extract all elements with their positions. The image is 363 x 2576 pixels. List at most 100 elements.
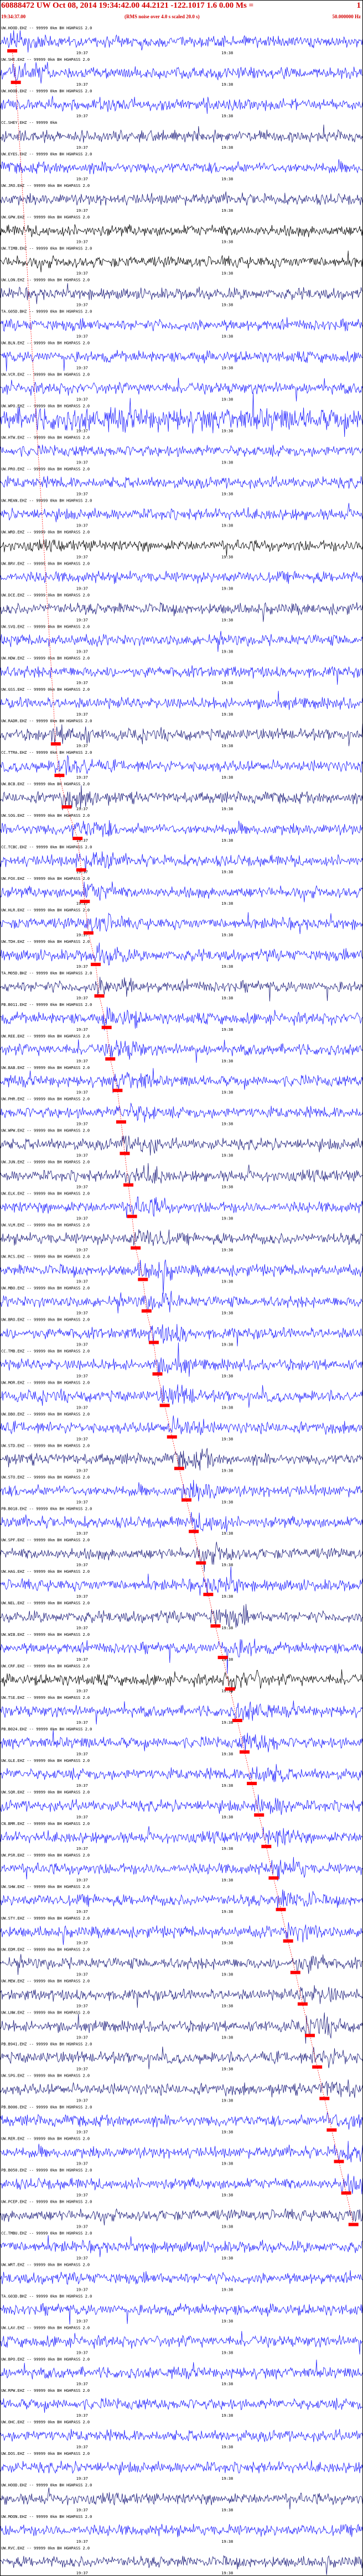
time-tick-label: 19:38	[221, 744, 233, 748]
phase-pick-marker	[232, 1719, 242, 1722]
trace-row: UW.SHW.EHZ -- 99999 0km BH HGHPASS 2.0 19…	[0, 1885, 363, 1914]
waveform	[0, 62, 363, 84]
time-tick-label: 19:37	[76, 1091, 88, 1095]
time-tick-label: 19:38	[221, 2445, 233, 2449]
trace-row: UW.SHE.EHZ -- 99999 0km BH HGHPASS 2.0 19…	[0, 58, 363, 87]
time-tick-label: 19:38	[221, 177, 233, 181]
waveform	[0, 1163, 363, 1187]
time-tick-label: 19:38	[221, 1280, 233, 1284]
time-tick-label: 19:37	[76, 2319, 88, 2323]
time-tick-label: 19:37	[76, 2036, 88, 2040]
trace-row: UW.WPO.EHZ -- 99999 0km BH HGHPASS 2.0 19…	[0, 393, 363, 437]
time-tick-label: 19:38	[221, 2350, 233, 2355]
time-tick-label: 19:37	[76, 2067, 88, 2072]
waveform	[0, 1954, 363, 1975]
trace-row: UW.STO.EHZ -- 99999 0km BH HGHPASS 2.0 19…	[0, 1475, 363, 1504]
trace-row: UW.BRV.EHZ -- 99999 0km BH HGHPASS 2.0 19…	[0, 561, 363, 591]
trace-row: UW.HOOD.EHZ -- 99999 0km BH HGHPASS 2.0 1…	[0, 89, 363, 118]
station-label: UW.OHC.EHZ -- 99999 0km BH HGHPASS 2.0	[1, 2420, 90, 2424]
waveform	[0, 1541, 363, 1572]
waveform	[0, 1889, 363, 1909]
time-tick-label: 19:37	[76, 1720, 88, 1725]
time-tick-label: 19:38	[221, 1091, 233, 1095]
trace-row: TA.G05D.BHZ -- 99999 0km BH HGHPASS 2.0 1…	[0, 310, 363, 339]
trace-row: UW.SPF.EHZ -- 99999 0km BH HGHPASS 2.0 19…	[0, 1538, 363, 1572]
time-tick-label: 19:37	[76, 1973, 88, 1977]
time-tick-label: 19:37	[76, 82, 88, 87]
time-tick-label: 19:37	[76, 2350, 88, 2355]
station-label: UW.HLR.EHZ -- 99999 0km BH HGHPASS 2.0	[1, 908, 90, 912]
time-tick-label: 19:37	[76, 618, 88, 622]
time-tick-label: 19:37	[76, 1910, 88, 1914]
station-label: UW.EDM.EHZ -- 99999 0km BH HGHPASS 2.0	[1, 1948, 90, 1952]
trace-row: UW.ELK.EHZ -- 99999 0km BH HGHPASS 2.0 19…	[0, 1192, 363, 1221]
station-label: UW.BLN.EHZ -- 99999 0km BH HGHPASS 2.0	[1, 341, 90, 346]
station-label: UW.PHR.EHZ -- 99999 0km BH HGHPASS 2.0	[1, 1097, 90, 1102]
time-tick-label: 19:38	[221, 1374, 233, 1378]
trace-row: UW.DOS.EHZ -- 99999 0km BH HGHPASS 2.0 19…	[0, 2452, 363, 2481]
trace-row: UW.BCB.EHZ -- 99999 0km BH HGHPASS 2.0 19…	[0, 782, 363, 811]
time-tick-label: 19:37	[76, 2193, 88, 2197]
waveform	[0, 1290, 363, 1313]
time-tick-label: 19:37	[76, 1878, 88, 1883]
time-tick-label: 19:38	[221, 2099, 233, 2103]
seismogram-traces: UW.HOOD.EHZ -- 99999 0km BH HGHPASS 2.0 1…	[0, 26, 363, 2575]
time-tick-label: 19:37	[76, 649, 88, 654]
waveform	[0, 630, 363, 652]
station-label: UW.VLM.EHZ -- 99999 0km BH HGHPASS 2.0	[1, 1223, 90, 1228]
time-tick-label: 19:38	[221, 1500, 233, 1504]
trace-row: UW.GLE.EHZ -- 99999 0km BH HGHPASS 2.0 19…	[0, 1759, 363, 1788]
trace-row: UW.WRT.EHZ -- 99999 0km BH HGHPASS 2.0 19…	[0, 2262, 363, 2292]
trace-row: UW.GPW.EHZ -- 99999 0km BH HGHPASS 2.0 19…	[0, 215, 363, 244]
station-label: UW.STD.EHZ -- 99999 0km BH HGHPASS 2.0	[1, 1443, 90, 1448]
trace-row: UW.HOOD.EHZ -- 99999 0km BH HGHPASS 2.0 1…	[0, 2483, 363, 2512]
phase-pick-marker	[254, 1813, 265, 1817]
station-label: UW.SHE.EHZ -- 99999 0km BH HGHPASS 2.0	[1, 58, 90, 62]
time-tick-label: 19:37	[76, 1342, 88, 1347]
time-tick-label: 19:37	[76, 2571, 88, 2575]
trace-row: UW.BPO.EHZ -- 99999 0km BH HGHPASS 2.0 19…	[0, 2357, 363, 2386]
trace-row: PB.B006.EHZ -- 99999 0km BH HGHPASS 2.0 1…	[0, 2105, 363, 2135]
time-tick-label: 19:37	[76, 2476, 88, 2481]
time-tick-label: 19:38	[221, 366, 233, 371]
time-tick-label: 19:37	[76, 2004, 88, 2009]
time-tick-label: 19:37	[76, 2540, 88, 2544]
time-tick-label: 19:37	[76, 775, 88, 780]
station-label: UW.GSS.EHZ -- 99999 0km BH HGHPASS 2.0	[1, 687, 90, 692]
waveform	[0, 2523, 363, 2537]
station-label: UW.PRO.EHZ -- 99999 0km BH HGHPASS 2.0	[1, 467, 90, 471]
trace-row: TA.M05D.BHZ -- 99999 0km BH HGHPASS 2.0 1…	[0, 971, 363, 1002]
time-tick-label: 19:37	[76, 1248, 88, 1253]
waveform	[0, 2208, 363, 2225]
waveform	[0, 1479, 363, 1502]
waveform	[0, 820, 363, 838]
time-tick-label: 19:38	[221, 807, 233, 811]
trace-row: UW.DCE.EHZ -- 99999 0km BH HGHPASS 2.0 19…	[0, 593, 363, 622]
trace-row: UW.HAG.EHZ -- 99999 0km BH HGHPASS 2.0 19…	[0, 1566, 363, 1599]
time-tick-label: 19:38	[221, 1752, 233, 1756]
station-label: UW.BPO.EHZ -- 99999 0km BH HGHPASS 2.0	[1, 2357, 90, 2361]
time-tick-label: 19:38	[221, 145, 233, 150]
scale-note: (RMS noise over 4.0 s scaled 20.0 s)	[125, 14, 200, 19]
time-tick-label: 19:38	[221, 649, 233, 654]
trace-row: UW.HDW.EHZ -- 99999 0km BH HGHPASS 2.0 19…	[0, 656, 363, 685]
time-tick-label: 19:38	[221, 1468, 233, 1473]
time-tick-label: 19:37	[76, 460, 88, 465]
station-label: UW.RADR.EHZ -- 99999 0km BH HGHPASS 2.0	[1, 719, 92, 723]
station-label: UW.STO.EHZ -- 99999 0km BH HGHPASS 2.0	[1, 1475, 90, 1479]
time-tick-label: 19:38	[221, 933, 233, 937]
station-label: UW.PCEP.EHZ -- 99999 0km BH HGHPASS 2.0	[1, 2199, 92, 2204]
trace-row: CC.SHEY.EHZ -- 99999 0km 19:37 19:38	[0, 121, 363, 150]
time-tick-label: 19:37	[76, 1437, 88, 1441]
time-tick-label: 19:38	[221, 1626, 233, 1630]
time-tick-label: 19:38	[221, 272, 233, 276]
time-tick-label: 19:38	[221, 2319, 233, 2323]
time-tick-label: 19:37	[76, 303, 88, 307]
station-label: UW.CRF.EHZ -- 99999 0km BH HGHPASS 2.0	[1, 1664, 90, 1668]
waveform	[0, 1826, 363, 1847]
time-tick-label: 19:37	[76, 51, 88, 55]
time-tick-label: 19:38	[221, 1878, 233, 1883]
waveform	[0, 882, 363, 903]
time-tick-label: 19:38	[221, 1028, 233, 1032]
time-tick-label: 19:38	[221, 1910, 233, 1914]
